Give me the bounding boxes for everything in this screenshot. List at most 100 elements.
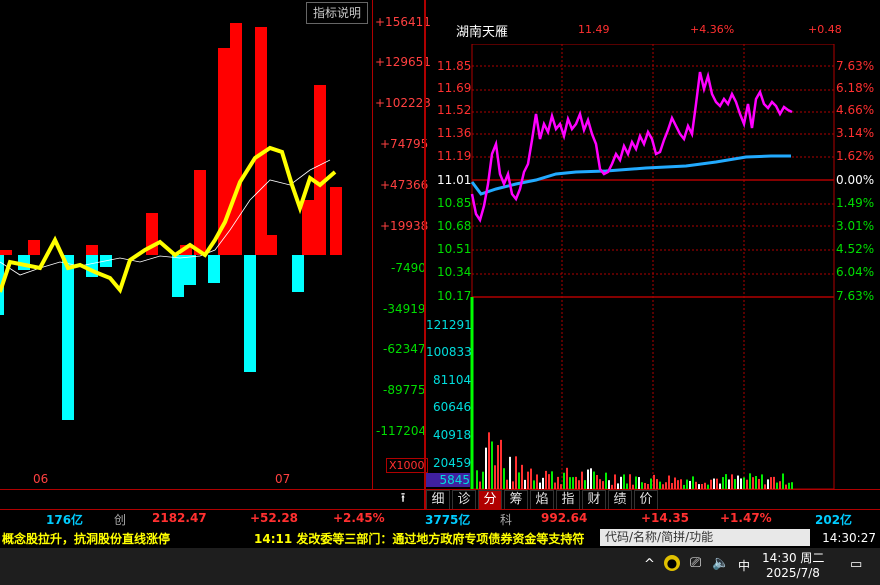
volume-bar (749, 473, 751, 489)
positive-bar (86, 245, 98, 255)
pct-tick: 4.66% (836, 103, 875, 117)
positive-bar (0, 250, 12, 255)
volume-bar (509, 456, 511, 489)
stock-change: +0.48 (808, 23, 842, 36)
price-tick: 10.85 (437, 196, 472, 210)
news-item[interactable]: 14:11 发改委等三部门：通过地方政府专项债券资金等支持符 (254, 530, 584, 547)
tab-chips[interactable]: 筹 (504, 490, 528, 510)
volume-tick: 20459 (433, 456, 472, 470)
stock-pct: +4.36% (690, 23, 735, 36)
taskbar-time[interactable]: 14:30 周二 (762, 549, 824, 566)
price-tick: 10.34 (437, 265, 472, 279)
analysis-tabs: 细诊分筹焰指财绩价 (426, 490, 666, 510)
volume-bar (755, 475, 757, 489)
volume-tick: 121291 (426, 318, 472, 332)
pct-tick: 3.01% (836, 219, 875, 233)
volume-bar (770, 477, 772, 489)
news-item[interactable]: 概念股拉升，抗洞股份直线涨停 (2, 530, 170, 547)
windows-taskbar: ^ ● ⎚ 🔈 中 14:30 周二 2025/7/8 ▭ (0, 548, 880, 585)
pct-tick: 6.18% (836, 81, 875, 95)
volume-bar (734, 479, 736, 489)
index-change: +52.28 (250, 511, 299, 525)
indicator-explanation-button[interactable]: 指标说明 (306, 2, 368, 24)
axis-tick: -117204 (376, 424, 427, 438)
volume-bar (593, 471, 595, 489)
volume-bar (608, 480, 610, 489)
price-tick: 10.17 (437, 289, 472, 303)
market-clock: 14:30:27 (812, 529, 880, 548)
positive-bar (330, 187, 342, 255)
volume-bar (527, 471, 529, 489)
positive-bar (265, 235, 277, 255)
index-name: 创 (114, 513, 127, 527)
volume-bar (677, 480, 679, 489)
volume-bar (773, 476, 775, 489)
tab-flame[interactable]: 焰 (530, 490, 554, 510)
tab-performance[interactable]: 绩 (608, 490, 632, 510)
index-name: 科 (500, 513, 513, 527)
network-icon[interactable]: ⎚ (690, 555, 701, 571)
volume-tick: 40918 (433, 428, 472, 442)
search-input[interactable]: 代码/名称/简拼/功能 (600, 529, 810, 546)
stock-header: 湖南天雁 11.49 +4.36% +0.48 (430, 18, 880, 44)
ime-indicator[interactable]: 中 (738, 557, 750, 574)
price-tick: 10.68 (437, 219, 472, 233)
volume-bar (596, 475, 598, 489)
volume-bar (635, 476, 637, 489)
axis-tick: +129651 (375, 55, 431, 69)
volume-icon[interactable]: 🔈 (712, 555, 729, 571)
volume-bar (503, 468, 505, 489)
volume-bar (725, 474, 727, 489)
volume-bar (542, 477, 544, 489)
stock-price: 11.49 (578, 23, 610, 36)
tab-minute[interactable]: 分 (478, 490, 502, 510)
volume-bar (623, 474, 625, 489)
tab-finance[interactable]: 财 (582, 490, 606, 510)
volume-tick: 5845 (426, 473, 470, 487)
volume-bar (614, 474, 616, 489)
volume-bar (605, 472, 607, 489)
axis-tick: -7490 (391, 261, 426, 275)
positive-bar (314, 85, 326, 255)
pct-tick: 7.63% (836, 289, 875, 303)
volume-bar (740, 478, 742, 489)
axis-tick: +102223 (375, 96, 431, 110)
expand-panel-icon[interactable]: ⭱ (388, 490, 418, 508)
tab-indicator[interactable]: 指 (556, 490, 580, 510)
volume-bar (545, 470, 547, 489)
notification-icon[interactable]: ▭ (850, 557, 862, 572)
negative-bar (208, 255, 220, 283)
axis-tick: -62347 (383, 342, 426, 356)
positive-bar (302, 200, 314, 255)
turnover-amount: 202亿 (815, 513, 853, 527)
axis-tick: +19938 (380, 219, 429, 233)
volume-bar (692, 476, 694, 489)
chevron-up-icon[interactable]: ^ (644, 557, 655, 572)
negative-bar (184, 255, 196, 285)
volume-bar (476, 470, 478, 489)
volume-bar (737, 475, 739, 489)
pct-tick: 4.52% (836, 242, 875, 256)
tab-price[interactable]: 价 (634, 490, 658, 510)
volume-tick: 60646 (433, 400, 472, 414)
volume-bar (566, 467, 568, 489)
volume-bar (491, 441, 493, 489)
turnover-amount: 176亿 (46, 513, 84, 527)
volume-bar (680, 479, 682, 489)
volume-bar (710, 479, 712, 489)
left-indicator-chart (0, 23, 342, 420)
axis-tick: +156411 (375, 15, 431, 29)
price-tick: 11.01 (437, 173, 472, 187)
tab-detail[interactable]: 细 (426, 490, 450, 510)
price-axis: 11.85 11.69 11.52 11.36 11.19 11.01 10.8… (426, 44, 472, 303)
taskbar-date[interactable]: 2025/7/8 (766, 566, 820, 580)
volume-bar (767, 479, 769, 489)
turnover-amount: 3775亿 (425, 513, 471, 527)
volume-bar (599, 479, 601, 489)
volume-bar (587, 469, 589, 489)
tab-diagnose[interactable]: 诊 (452, 490, 476, 510)
app-tray-icon[interactable]: ● (664, 555, 680, 571)
volume-bar (581, 471, 583, 489)
volume-tick: 100833 (426, 345, 472, 359)
volume-bar (665, 482, 667, 489)
